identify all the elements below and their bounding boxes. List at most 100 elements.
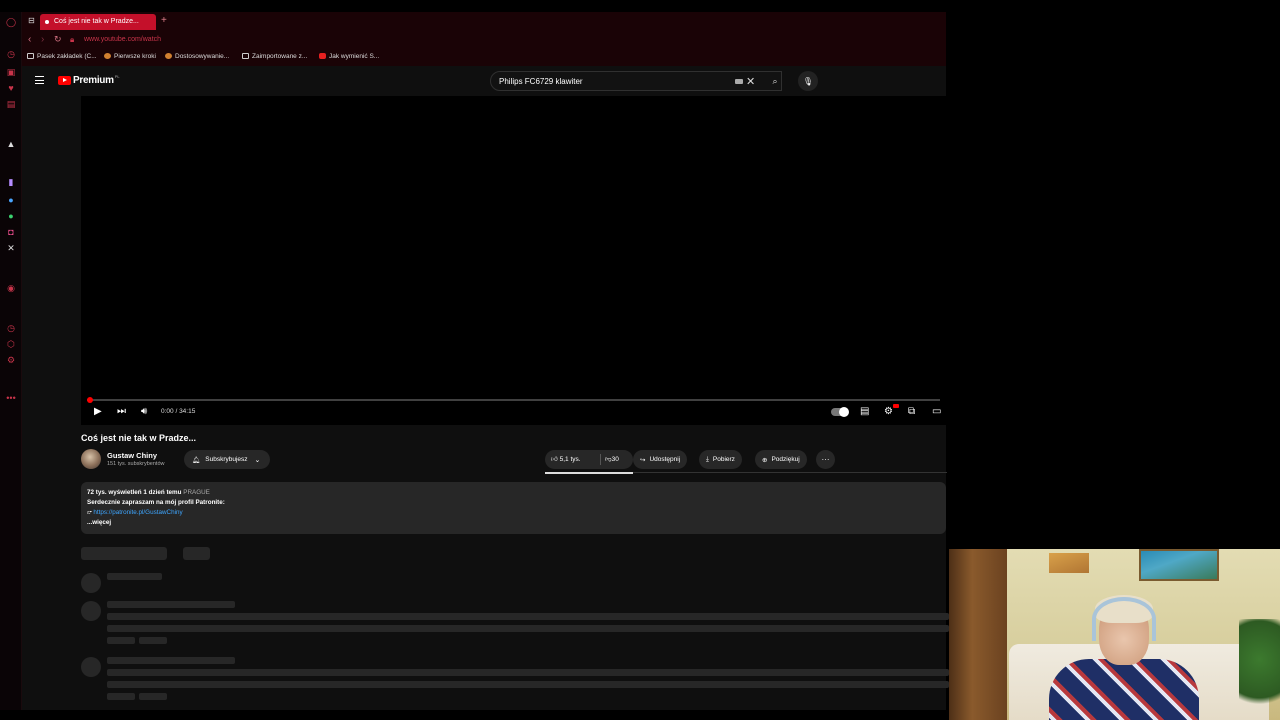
voice-search-button[interactable]: 🎙︎ xyxy=(798,71,818,91)
tab-bar: ⊟ Coś jest nie tak w Pradze... + xyxy=(22,12,946,31)
volume-icon[interactable]: 🔊︎ xyxy=(141,406,147,417)
whatsapp-icon[interactable]: ● xyxy=(5,210,17,222)
play-icon[interactable]: ▶ xyxy=(94,406,102,417)
tab-title: Coś jest nie tak w Pradze... xyxy=(54,18,139,25)
youtube-icon xyxy=(319,53,326,60)
youtube-logo[interactable]: Premium PL xyxy=(58,74,120,86)
bookmark-folder-1[interactable]: Pasek zakładek (C... xyxy=(27,53,97,60)
extensions-icon[interactable]: ⬡ xyxy=(5,338,17,350)
webcam-overlay xyxy=(949,549,1280,720)
description-line: Serdecznie zapraszam na mój profil Patro… xyxy=(87,499,225,506)
subscribe-button[interactable]: 🔔︎ Subskrybujesz ⌄ xyxy=(184,450,270,469)
bookmark-customize[interactable]: Dostosowywanie... xyxy=(165,53,229,60)
more-icon[interactable]: ••• xyxy=(5,392,17,404)
speed-dial-icon[interactable]: ◷ xyxy=(5,48,17,60)
autoplay-toggle[interactable] xyxy=(831,407,849,417)
thumbs-up-icon: 👍︎ xyxy=(551,456,558,463)
forward-icon[interactable]: › xyxy=(41,34,44,45)
browser-sidebar: ◯ ◷ ▣ ♥ ▤ ▲ ▮ ● ● ◘ ✕ ◉ ◷ ⬡ ⚙ ••• xyxy=(0,12,22,710)
tab-favicon-icon xyxy=(45,20,49,24)
history-icon[interactable]: ◷ xyxy=(5,322,17,334)
progress-bar[interactable] xyxy=(87,397,940,403)
next-icon[interactable]: ⏭︎ xyxy=(117,406,126,417)
youtube-header: Premium PL Philips FC6729 klawiter ✕ ⌕ 🎙… xyxy=(22,66,946,96)
x-icon[interactable]: ✕ xyxy=(5,242,17,254)
more-icon: ··· xyxy=(821,455,830,464)
skeleton-line xyxy=(107,573,162,580)
skeleton-line xyxy=(107,601,235,608)
webcam-plant xyxy=(1239,619,1280,720)
download-icon: ⤓ xyxy=(706,455,709,463)
search-input[interactable]: Philips FC6729 klawiter ✕ xyxy=(490,71,782,91)
bookmark-imported[interactable]: Zaimportowane z... xyxy=(242,53,307,60)
patronite-link[interactable]: https://patronite.pl/GustawChiny xyxy=(93,509,182,516)
skeleton-line xyxy=(107,637,135,644)
address-bar: ‹ › ↻ 🔒︎ www.youtube.com/watch xyxy=(22,31,946,50)
show-more-link[interactable]: ...więcej xyxy=(87,518,940,528)
new-tab-button[interactable]: + xyxy=(161,15,167,26)
instagram-icon[interactable]: ◘ xyxy=(5,226,17,238)
reload-icon[interactable]: ↻ xyxy=(54,34,62,45)
miniplayer-icon[interactable]: ⧉ xyxy=(908,406,915,417)
description-meta: 72 tys. wyświetleń 1 dzień temu PRAGUE xyxy=(87,488,940,498)
heart-icon[interactable]: ♥ xyxy=(5,82,17,94)
bookmark-icon[interactable]: ▤ xyxy=(5,98,17,110)
search-button[interactable]: ⌕ xyxy=(763,71,787,91)
skeleton-line xyxy=(107,669,949,676)
folder-icon xyxy=(242,53,249,60)
player-icon[interactable]: ◉ xyxy=(5,282,17,294)
like-dislike-group: 👍︎ 5,1 tys. 👎︎30 xyxy=(545,450,633,469)
skeleton-avatar xyxy=(81,657,101,677)
video-title: Coś jest nie tak w Pradze... xyxy=(81,433,197,443)
url-field[interactable]: www.youtube.com/watch xyxy=(84,36,161,43)
share-button[interactable]: ↪ Udostępnij xyxy=(633,450,688,469)
description-box[interactable]: 72 tys. wyświetleń 1 dzień temu PRAGUE S… xyxy=(81,482,946,534)
time-display: 0:00 / 34:15 xyxy=(161,408,196,415)
bookmark-first-steps[interactable]: Pierwsze kroki xyxy=(104,53,156,60)
workspaces-icon[interactable]: ⊟ xyxy=(28,16,35,25)
keyboard-icon[interactable] xyxy=(735,79,743,84)
skeleton-line xyxy=(107,625,949,632)
youtube-play-icon xyxy=(58,76,71,85)
download-button[interactable]: ⤓ Pobierz xyxy=(699,450,742,469)
webcam-headset xyxy=(1092,597,1156,641)
search-value: Philips FC6729 klawiter xyxy=(499,77,583,86)
twitch-icon[interactable]: ▮ xyxy=(5,176,17,188)
thanks-button[interactable]: ⊕ Podziękuj xyxy=(755,450,807,469)
location-tag[interactable]: PRAGUE xyxy=(183,489,210,496)
mic-icon: 🎙︎ xyxy=(802,76,814,86)
skeleton-avatar xyxy=(81,601,101,621)
bookmarks-bar: Pasek zakładek (C... Pierwsze kroki Dost… xyxy=(22,50,946,66)
bookmark-youtube[interactable]: Jak wymienić S... xyxy=(319,53,379,60)
skeleton-line xyxy=(107,657,235,664)
firefox-icon xyxy=(165,53,172,60)
subtitles-icon[interactable]: ▤ xyxy=(860,406,869,417)
messenger-icon[interactable]: ● xyxy=(5,194,17,206)
dislike-button[interactable]: 👎︎30 xyxy=(605,455,619,463)
progress-knob[interactable] xyxy=(87,397,93,403)
firefox-icon xyxy=(104,53,111,60)
webcam-person-shirt xyxy=(1049,659,1199,720)
chevron-down-icon: ⌄ xyxy=(254,456,261,464)
thanks-icon: ⊕ xyxy=(762,456,768,464)
aria-icon[interactable]: ▲ xyxy=(5,138,17,150)
settings-icon[interactable]: ⚙ xyxy=(5,354,17,366)
theater-mode-icon[interactable]: ▭ xyxy=(932,406,941,417)
opera-logo-icon[interactable]: ◯ xyxy=(5,16,17,28)
like-button[interactable]: 👍︎ 5,1 tys. xyxy=(551,455,581,463)
tab-active[interactable]: Coś jest nie tak w Pradze... xyxy=(40,14,156,30)
channel-avatar[interactable] xyxy=(81,449,101,469)
clear-search-icon[interactable]: ✕ xyxy=(746,75,755,88)
wallet-icon[interactable]: ▣ xyxy=(5,66,17,78)
channel-name[interactable]: Gustaw Chiny xyxy=(107,451,157,460)
menu-icon[interactable] xyxy=(35,76,44,84)
player-controls: ▶ ⏭︎ 🔊︎ 0:00 / 34:15 ▤ ⚙ ⧉ ▭ xyxy=(81,404,946,422)
settings-icon[interactable]: ⚙ xyxy=(884,406,893,417)
folder-icon xyxy=(27,53,34,60)
more-actions-button[interactable]: ··· xyxy=(816,450,835,469)
skeleton-line xyxy=(107,613,949,620)
webcam-painting xyxy=(1139,549,1219,581)
video-player[interactable]: ▶ ⏭︎ 🔊︎ 0:00 / 34:15 ▤ ⚙ ⧉ ▭ xyxy=(81,96,946,425)
skeleton-comments-count xyxy=(81,547,167,560)
back-icon[interactable]: ‹ xyxy=(28,34,31,45)
